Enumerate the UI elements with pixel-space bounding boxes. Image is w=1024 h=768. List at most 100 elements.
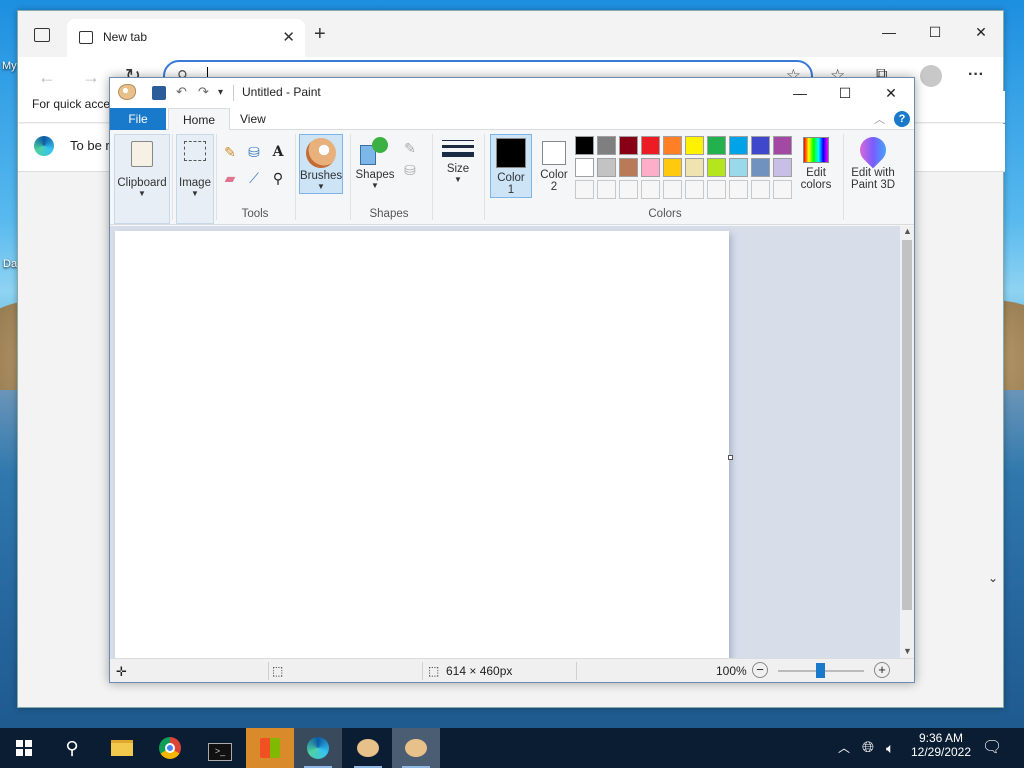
color1-swatch bbox=[496, 138, 526, 168]
size-button[interactable]: Size ▼ bbox=[438, 134, 478, 204]
scroll-down-icon[interactable]: ▼ bbox=[903, 646, 912, 656]
help-button[interactable]: ? bbox=[894, 111, 910, 127]
edge-scroll-down-icon[interactable]: ⌄ bbox=[988, 571, 998, 585]
palette-swatch[interactable] bbox=[597, 136, 616, 155]
back-icon[interactable]: ← bbox=[38, 67, 56, 88]
clipboard-button[interactable]: Clipboard ▼ bbox=[114, 134, 170, 224]
canvas-resize-handle[interactable] bbox=[728, 455, 733, 460]
tab-file[interactable]: File bbox=[110, 108, 166, 130]
custom-color-slot[interactable] bbox=[597, 180, 616, 199]
new-tab-button[interactable]: + bbox=[314, 23, 326, 46]
paint-pinned-button[interactable] bbox=[344, 728, 392, 768]
chrome-button[interactable] bbox=[146, 728, 194, 768]
status-divider bbox=[576, 662, 577, 680]
customize-quick-access-icon[interactable]: ▾ bbox=[218, 87, 223, 98]
show-hidden-icons-icon[interactable]: ︿ bbox=[838, 728, 850, 768]
scroll-up-icon[interactable]: ▲ bbox=[903, 226, 912, 236]
custom-color-slot[interactable] bbox=[575, 180, 594, 199]
palette-swatch[interactable] bbox=[575, 158, 594, 177]
profile-avatar[interactable] bbox=[920, 65, 942, 87]
undo-icon[interactable]: ↶ bbox=[176, 84, 187, 100]
custom-color-slot[interactable] bbox=[641, 180, 660, 199]
color-picker-icon[interactable]: ⟋ bbox=[244, 168, 264, 188]
palette-swatch[interactable] bbox=[663, 158, 682, 177]
magnifier-icon[interactable]: ⚲ bbox=[268, 168, 288, 188]
paint-taskbar-button[interactable] bbox=[392, 728, 440, 768]
palette-swatch[interactable] bbox=[685, 136, 704, 155]
redo-icon[interactable]: ↷ bbox=[198, 84, 209, 100]
palette-swatch[interactable] bbox=[707, 136, 726, 155]
custom-color-slot[interactable] bbox=[663, 180, 682, 199]
network-icon[interactable]: 🌐︎ bbox=[862, 728, 874, 768]
volume-icon[interactable]: 🔈︎ bbox=[886, 728, 894, 768]
custom-color-slot[interactable] bbox=[773, 180, 792, 199]
edit-colors-button[interactable]: Edit colors bbox=[794, 134, 838, 198]
settings-more-button[interactable]: ··· bbox=[968, 66, 984, 84]
fill-bucket-icon[interactable]: ⛁ bbox=[244, 142, 264, 162]
palette-swatch[interactable] bbox=[707, 158, 726, 177]
palette-swatch[interactable] bbox=[729, 158, 748, 177]
terminal-button[interactable]: >_ bbox=[196, 728, 244, 768]
palette-swatch[interactable] bbox=[685, 158, 704, 177]
custom-color-slot[interactable] bbox=[685, 180, 704, 199]
zoom-out-button[interactable]: − bbox=[752, 662, 768, 678]
outline-icon[interactable]: ✎ bbox=[400, 138, 420, 158]
palette-swatch[interactable] bbox=[641, 158, 660, 177]
store-button[interactable] bbox=[246, 728, 294, 768]
edit-with-paint3d-button[interactable]: Edit with Paint 3D bbox=[846, 131, 900, 198]
desktop-icon-label[interactable]: My bbox=[2, 60, 17, 72]
palette-swatch[interactable] bbox=[663, 136, 682, 155]
palette-swatch[interactable] bbox=[773, 158, 792, 177]
minimize-ribbon-icon[interactable]: ︿ bbox=[874, 111, 885, 127]
tab-actions-icon[interactable] bbox=[34, 28, 50, 42]
desktop-icon-label[interactable]: Da bbox=[3, 258, 17, 270]
paint-app-icon[interactable] bbox=[118, 84, 136, 100]
search-button[interactable]: ⚲ bbox=[48, 728, 96, 768]
text-tool-icon[interactable]: A bbox=[268, 142, 288, 162]
palette-swatch[interactable] bbox=[619, 136, 638, 155]
custom-color-slot[interactable] bbox=[729, 180, 748, 199]
paint-window-title: Untitled - Paint bbox=[242, 85, 321, 99]
edge-tab-new-tab[interactable]: New tab ✕ bbox=[67, 19, 305, 57]
paint-minimize-button[interactable]: — bbox=[777, 78, 823, 108]
vertical-scrollbar[interactable]: ▲ ▼ bbox=[900, 226, 914, 658]
edge-minimize-button[interactable]: — bbox=[866, 17, 912, 47]
save-icon[interactable] bbox=[152, 86, 166, 100]
clock[interactable]: 9:36 AM 12/29/2022 bbox=[906, 728, 976, 768]
fill-icon[interactable]: ⛁ bbox=[400, 160, 420, 180]
scrollbar-thumb[interactable] bbox=[902, 240, 912, 610]
paint-maximize-button[interactable]: ☐ bbox=[822, 78, 868, 108]
image-button[interactable]: Image ▼ bbox=[176, 134, 214, 224]
forward-icon[interactable]: → bbox=[82, 67, 100, 88]
eraser-icon[interactable]: ▰ bbox=[220, 168, 240, 188]
tab-home[interactable]: Home bbox=[168, 108, 231, 131]
pencil-icon[interactable]: ✎ bbox=[220, 142, 240, 162]
edge-maximize-button[interactable]: ☐ bbox=[912, 17, 958, 47]
drawing-canvas[interactable] bbox=[115, 231, 729, 658]
palette-swatch[interactable] bbox=[751, 136, 770, 155]
color1-button[interactable]: Color 1 bbox=[490, 134, 532, 198]
palette-swatch[interactable] bbox=[597, 158, 616, 177]
color2-button[interactable]: Color 2 bbox=[534, 134, 574, 198]
custom-color-slot[interactable] bbox=[707, 180, 726, 199]
start-button[interactable] bbox=[0, 728, 48, 768]
palette-swatch[interactable] bbox=[619, 158, 638, 177]
palette-swatch[interactable] bbox=[751, 158, 770, 177]
edge-close-button[interactable]: ✕ bbox=[958, 17, 1004, 47]
palette-swatch[interactable] bbox=[575, 136, 594, 155]
edge-taskbar-button[interactable] bbox=[294, 728, 342, 768]
paint-close-button[interactable]: ✕ bbox=[868, 78, 914, 108]
custom-color-slot[interactable] bbox=[751, 180, 770, 199]
tab-view[interactable]: View bbox=[226, 108, 280, 130]
custom-color-slot[interactable] bbox=[619, 180, 638, 199]
palette-swatch[interactable] bbox=[641, 136, 660, 155]
file-explorer-button[interactable] bbox=[98, 728, 146, 768]
close-tab-button[interactable]: ✕ bbox=[282, 28, 295, 46]
zoom-slider-thumb[interactable] bbox=[816, 663, 825, 678]
shapes-button[interactable]: Shapes ▼ bbox=[355, 134, 395, 194]
brushes-button[interactable]: Brushes ▼ bbox=[299, 134, 343, 194]
zoom-in-button[interactable]: + bbox=[874, 662, 890, 678]
notifications-icon[interactable]: 🗨︎ bbox=[982, 728, 1002, 768]
palette-swatch[interactable] bbox=[773, 136, 792, 155]
palette-swatch[interactable] bbox=[729, 136, 748, 155]
